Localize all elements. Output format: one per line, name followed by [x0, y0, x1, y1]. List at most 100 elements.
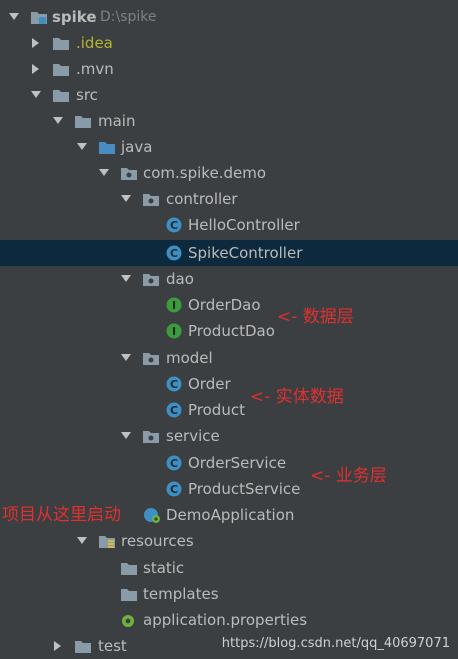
tree-node-mvn[interactable]: .mvn: [0, 56, 458, 82]
expand-arrow-icon[interactable]: [120, 186, 132, 212]
folder-icon: [52, 82, 70, 108]
class-icon: C: [165, 212, 183, 238]
tree-node-product-dao[interactable]: I ProductDao: [0, 318, 458, 344]
collapse-arrow-icon[interactable]: [30, 30, 42, 56]
folder-icon: [52, 30, 70, 56]
module-path: D:\spike: [100, 9, 157, 25]
svg-text:I: I: [172, 299, 176, 312]
tree-node-static[interactable]: static: [0, 555, 458, 581]
tree-node-label: application.properties: [143, 611, 308, 629]
source-folder-icon: [98, 134, 116, 160]
tree-node-order[interactable]: C Order: [0, 371, 458, 397]
package-icon: [142, 186, 160, 212]
package-icon: [142, 266, 160, 292]
tree-node-label: ProductService: [188, 480, 301, 498]
tree-node-controller[interactable]: controller: [0, 186, 458, 212]
expand-arrow-icon[interactable]: [52, 108, 64, 134]
tree-node-label: test: [98, 637, 127, 655]
tree-node-label: OrderDao: [188, 296, 261, 314]
tree-node-label: .mvn: [76, 60, 114, 78]
tree-node-hello-controller[interactable]: C HelloController: [0, 212, 458, 238]
class-icon: C: [165, 371, 183, 397]
folder-icon: [74, 633, 92, 659]
properties-file-icon: [120, 607, 138, 633]
tree-node-label: spike: [52, 8, 97, 26]
module-folder-icon: [30, 4, 48, 30]
tree-node-java[interactable]: java: [0, 134, 458, 160]
tree-node-label: OrderService: [188, 454, 287, 472]
tree-node-label: model: [166, 349, 213, 367]
project-tree: spike D:\spike .idea .mvn src main java …: [0, 0, 458, 659]
expand-arrow-icon[interactable]: [8, 4, 20, 30]
watermark: https://blog.csdn.net/qq_40697071: [221, 636, 450, 651]
tree-node-label: HelloController: [188, 216, 300, 234]
tree-node-label: SpikeController: [188, 244, 303, 262]
interface-icon: I: [165, 318, 183, 344]
svg-text:C: C: [170, 247, 178, 260]
class-icon: C: [165, 476, 183, 502]
tree-node-resources[interactable]: resources: [0, 528, 458, 554]
tree-node-service[interactable]: service: [0, 423, 458, 449]
tree-node-idea[interactable]: .idea: [0, 30, 458, 56]
svg-text:C: C: [170, 457, 178, 470]
resources-folder-icon: [98, 528, 116, 554]
annotation-model-entity: <- 实体数据: [250, 387, 344, 407]
svg-text:I: I: [172, 325, 176, 338]
tree-node-main[interactable]: main: [0, 108, 458, 134]
svg-text:C: C: [170, 404, 178, 417]
expand-arrow-icon[interactable]: [98, 160, 110, 186]
expand-arrow-icon[interactable]: [76, 134, 88, 160]
tree-node-order-dao[interactable]: I OrderDao: [0, 292, 458, 318]
collapse-arrow-icon[interactable]: [52, 633, 64, 659]
tree-node-label: ProductDao: [188, 322, 275, 340]
annotation-service-layer: <- 业务层: [310, 466, 387, 486]
folder-icon: [120, 581, 138, 607]
tree-node-label: Product: [188, 401, 245, 419]
tree-node-product-service[interactable]: C ProductService: [0, 476, 458, 502]
tree-node-label: resources: [121, 532, 194, 550]
tree-node-label: dao: [166, 270, 194, 288]
tree-node-model[interactable]: model: [0, 345, 458, 371]
tree-node-label: src: [76, 86, 98, 104]
tree-node-order-service[interactable]: C OrderService: [0, 450, 458, 476]
collapse-arrow-icon[interactable]: [30, 56, 42, 82]
tree-node-label: service: [166, 427, 220, 445]
folder-icon: [74, 108, 92, 134]
tree-node-label: main: [98, 112, 136, 130]
tree-node-src[interactable]: src: [0, 82, 458, 108]
interface-icon: I: [165, 292, 183, 318]
expand-arrow-icon[interactable]: [120, 266, 132, 292]
tree-node-label: com.spike.demo: [143, 164, 266, 182]
tree-node-dao[interactable]: dao: [0, 266, 458, 292]
tree-node-label: DemoApplication: [166, 506, 295, 524]
tree-node-application-properties[interactable]: application.properties: [0, 607, 458, 633]
expand-arrow-icon[interactable]: [120, 345, 132, 371]
tree-node-label: controller: [166, 190, 238, 208]
tree-node-label: .idea: [76, 34, 113, 52]
annotation-dao-layer: <- 数据层: [277, 307, 354, 327]
svg-text:C: C: [170, 219, 178, 232]
tree-node-spike-controller[interactable]: C SpikeController: [0, 240, 458, 266]
expand-arrow-icon[interactable]: [30, 82, 42, 108]
class-icon: C: [165, 450, 183, 476]
class-icon: C: [165, 240, 183, 266]
tree-node-templates[interactable]: templates: [0, 581, 458, 607]
annotation-app-start: 项目从这里启动: [2, 505, 121, 525]
expand-arrow-icon[interactable]: [76, 528, 88, 554]
folder-icon: [52, 56, 70, 82]
package-icon: [142, 345, 160, 371]
tree-node-product[interactable]: C Product: [0, 397, 458, 423]
tree-node-package[interactable]: com.spike.demo: [0, 160, 458, 186]
tree-node-label: java: [121, 138, 153, 156]
tree-node-label: static: [143, 559, 185, 577]
package-icon: [142, 423, 160, 449]
expand-arrow-icon[interactable]: [120, 423, 132, 449]
tree-node-label: Order: [188, 375, 231, 393]
folder-icon: [120, 555, 138, 581]
package-icon: [120, 160, 138, 186]
tree-node-label: templates: [143, 585, 219, 603]
svg-text:C: C: [170, 483, 178, 496]
class-icon: C: [165, 397, 183, 423]
svg-text:C: C: [170, 378, 178, 391]
tree-node-spike[interactable]: spike D:\spike: [0, 4, 458, 30]
